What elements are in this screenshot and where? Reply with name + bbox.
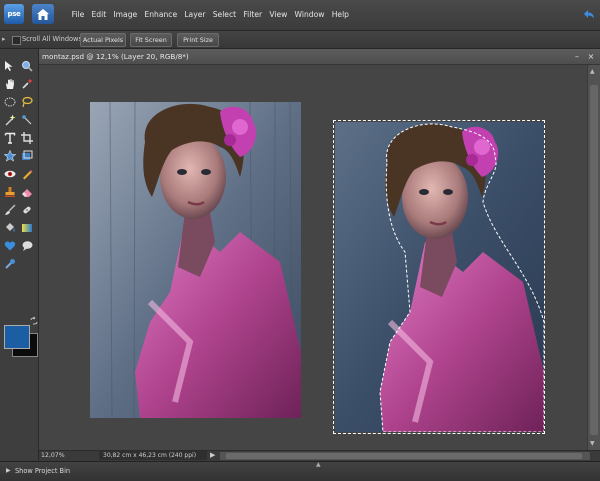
sponge-icon <box>5 259 15 269</box>
document-dimensions: 30,82 cm x 46,23 cm (240 ppi) <box>99 451 207 460</box>
bin-toggle-icon[interactable]: ▶ <box>6 467 11 474</box>
canvas-area[interactable] <box>39 65 587 450</box>
red-eye-icon <box>4 170 16 178</box>
straighten-icon <box>22 150 33 160</box>
magnifier-icon <box>22 61 33 72</box>
paint-bucket-icon <box>6 223 15 232</box>
menu-edit[interactable]: Edit <box>88 10 110 19</box>
menu-window[interactable]: Window <box>291 10 328 19</box>
eyedropper-tool[interactable] <box>20 77 34 91</box>
swap-colors-icon[interactable] <box>30 317 38 325</box>
photo-edited <box>335 122 544 432</box>
scroll-up-icon[interactable]: ▲ <box>590 68 595 75</box>
menu-image[interactable]: Image <box>110 10 141 19</box>
brush-tool[interactable] <box>20 167 34 181</box>
eraser-tool[interactable] <box>20 185 34 199</box>
color-swatches[interactable] <box>3 324 38 357</box>
menu-view[interactable]: View <box>266 10 291 19</box>
portrait-image <box>90 102 301 418</box>
portrait-edited-image <box>335 122 544 432</box>
red-eye-tool[interactable] <box>3 167 17 181</box>
menu-enhance[interactable]: Enhance <box>141 10 181 19</box>
star-shape-icon <box>4 150 16 162</box>
selection-brush-tool[interactable] <box>20 113 34 127</box>
fit-screen-button[interactable]: Fit Screen <box>130 33 172 47</box>
project-bin-bar: ▲ ▶ Show Project Bin <box>0 461 600 481</box>
options-arrow-icon[interactable]: ▸ <box>2 35 6 43</box>
move-tool[interactable] <box>3 59 17 73</box>
stamp-icon <box>5 187 15 197</box>
type-icon <box>4 132 16 144</box>
bin-grip-icon[interactable]: ▲ <box>316 461 321 468</box>
type-tool[interactable] <box>3 131 17 145</box>
lasso-icon <box>22 96 33 108</box>
app-logo: pse <box>4 4 24 24</box>
zoom-tool[interactable] <box>20 59 34 73</box>
status-menu-icon[interactable]: ▶ <box>210 451 215 459</box>
print-size-button[interactable]: Print Size <box>177 33 219 47</box>
actual-pixels-button[interactable]: Actual Pixels <box>80 33 126 47</box>
foreground-color-swatch[interactable] <box>4 325 30 349</box>
eyedropper-icon <box>22 79 32 89</box>
gradient-icon <box>22 224 32 232</box>
blur-tool[interactable] <box>20 239 34 253</box>
heart-shape-icon <box>4 241 16 251</box>
zoom-level: 12,07% <box>41 452 65 459</box>
clone-stamp-tool[interactable] <box>3 185 17 199</box>
marquee-tool[interactable] <box>3 95 17 109</box>
sponge-tool[interactable] <box>3 257 17 271</box>
hand-tool[interactable] <box>3 77 17 91</box>
horizontal-scrollbar[interactable] <box>220 452 590 460</box>
show-project-bin-button[interactable]: Show Project Bin <box>15 467 70 475</box>
main-menu: File Edit Image Enhance Layer Select Fil… <box>68 10 353 19</box>
vertical-scrollbar[interactable]: ▲ ▼ <box>587 65 600 450</box>
menu-select[interactable]: Select <box>209 10 240 19</box>
status-bar: 12,07% 30,82 cm x 46,23 cm (240 ppi) ▶ <box>39 450 600 461</box>
move-icon <box>5 61 13 71</box>
lasso-tool[interactable] <box>20 95 34 109</box>
menu-file[interactable]: File <box>68 10 88 19</box>
healing-tool[interactable] <box>20 203 34 217</box>
scroll-all-checkbox[interactable] <box>12 36 21 45</box>
close-button[interactable]: × <box>586 51 596 61</box>
elliptical-marquee-icon <box>4 97 16 107</box>
selection-brush-icon <box>22 115 32 125</box>
paint-bucket-tool[interactable] <box>3 221 17 235</box>
brush-icon <box>5 204 16 215</box>
undo-icon[interactable] <box>582 8 596 22</box>
straighten-tool[interactable] <box>20 149 34 163</box>
horizontal-scroll-thumb[interactable] <box>226 453 582 459</box>
vertical-scroll-thumb[interactable] <box>590 85 598 435</box>
minimize-button[interactable]: – <box>572 51 582 61</box>
document-window: montaz.psd @ 12,1% (Layer 20, RGB/8*) – … <box>39 49 600 461</box>
menu-layer[interactable]: Layer <box>181 10 209 19</box>
magic-wand-icon <box>5 114 16 126</box>
options-bar: ▸ Scroll All Windows Actual Pixels Fit S… <box>0 31 600 49</box>
menu-help[interactable]: Help <box>328 10 353 19</box>
crop-tool[interactable] <box>20 131 34 145</box>
scroll-down-icon[interactable]: ▼ <box>590 440 595 447</box>
scroll-all-label: Scroll All Windows <box>22 35 82 43</box>
speech-bubble-icon <box>22 241 33 251</box>
gradient-tool[interactable] <box>20 221 34 235</box>
document-titlebar: montaz.psd @ 12,1% (Layer 20, RGB/8*) – … <box>39 49 600 65</box>
photo-original <box>90 102 301 418</box>
hand-icon <box>6 79 14 89</box>
home-icon <box>37 8 49 20</box>
paint-brush-tool[interactable] <box>3 203 17 217</box>
pencil-icon <box>23 170 33 180</box>
cookie-cutter-tool[interactable] <box>3 149 17 163</box>
eraser-icon <box>22 189 32 197</box>
home-button[interactable] <box>32 4 54 24</box>
menu-filter[interactable]: Filter <box>240 10 266 19</box>
healing-icon <box>23 206 31 214</box>
menu-bar: pse File Edit Image Enhance Layer Select… <box>0 0 600 31</box>
shape-tool[interactable] <box>3 239 17 253</box>
toolbox <box>0 49 39 460</box>
crop-icon <box>21 132 33 144</box>
magic-wand-tool[interactable] <box>3 113 17 127</box>
document-title: montaz.psd @ 12,1% (Layer 20, RGB/8*) <box>42 52 189 61</box>
